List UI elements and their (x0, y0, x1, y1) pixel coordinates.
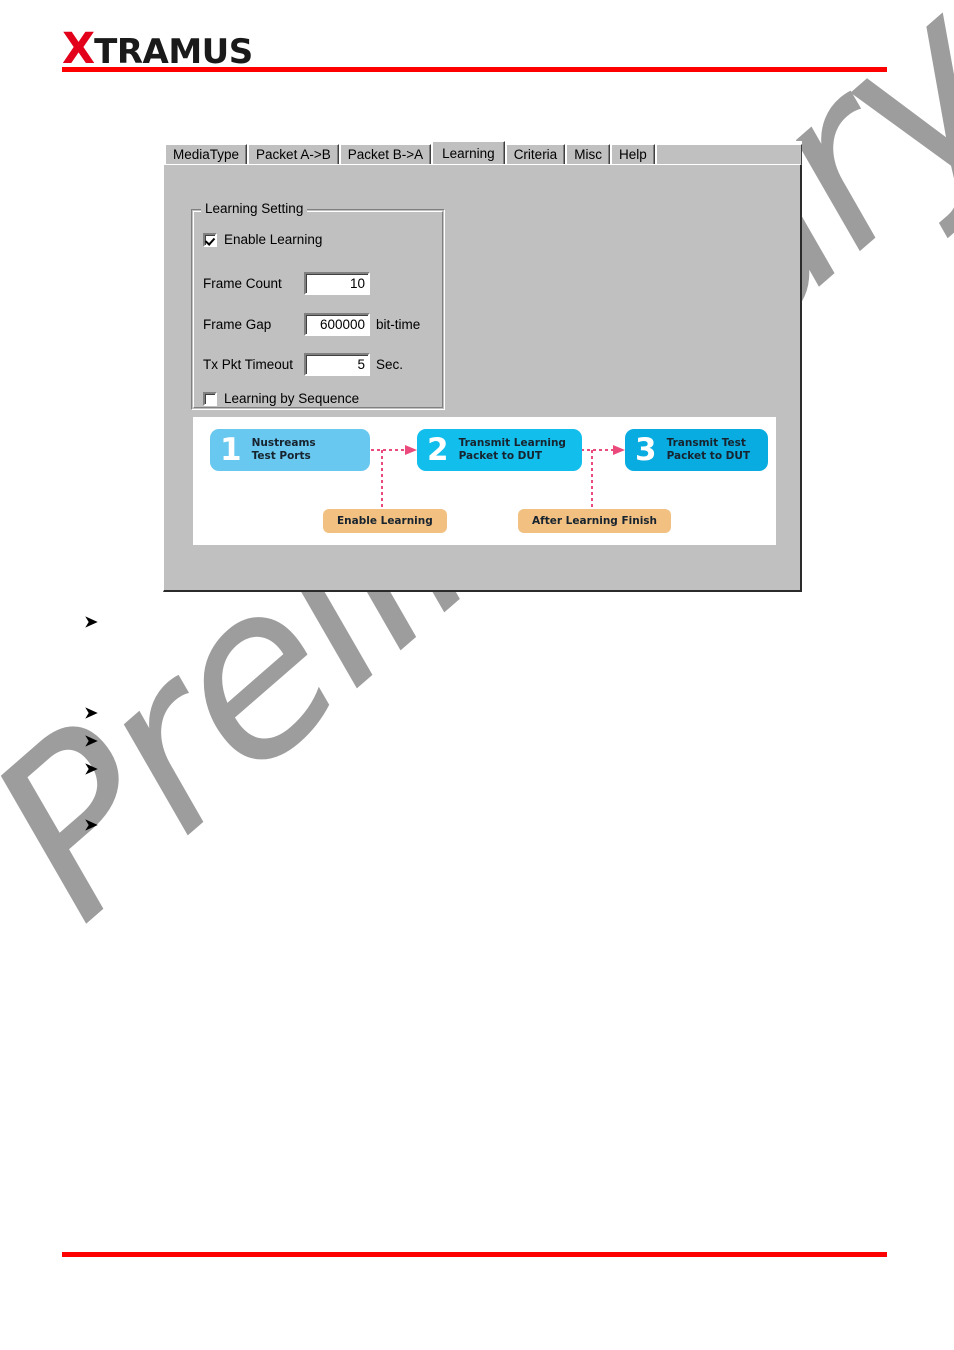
flow-callout-after-learning-finish: After Learning Finish (518, 509, 672, 533)
tab-strip: MediaType Packet A->B Packet B->A Learni… (163, 141, 802, 164)
arrow-bullet-icon (85, 707, 98, 719)
learning-by-sequence-checkbox-row[interactable]: Learning by Sequence (203, 391, 359, 406)
flow-callout-enable-learning: Enable Learning (323, 509, 447, 533)
flow-step-1: 1 Nustreams Test Ports (210, 429, 370, 471)
tx-pkt-timeout-unit: Sec. (376, 357, 404, 372)
tab-strip-filler (655, 144, 802, 164)
tab-help[interactable]: Help (610, 144, 655, 164)
bullet-item-2 (85, 706, 113, 720)
tab-learning-label: Learning (442, 146, 495, 161)
frame-gap-label: Frame Gap (203, 317, 272, 332)
tab-packet-b-to-a[interactable]: Packet B->A (339, 144, 432, 164)
arrow-bullet-icon (85, 616, 98, 628)
bullet-item-5 (85, 818, 113, 832)
tx-pkt-timeout-row: Tx Pkt Timeout Sec. (203, 353, 403, 376)
flow-step-3-line2: Packet to DUT (666, 450, 751, 462)
header-rule (62, 67, 887, 72)
frame-count-input[interactable] (304, 272, 370, 295)
flow-callout-enable-learning-label: Enable Learning (337, 515, 433, 527)
flow-step-1-number: 1 (220, 431, 242, 468)
flow-step-3-text: Transmit Test Packet to DUT (667, 437, 751, 463)
logo-wordmark: TRAMUS (94, 32, 253, 72)
learning-by-sequence-label: Learning by Sequence (224, 391, 360, 406)
footer-rule (62, 1252, 887, 1257)
flow-step-2-text: Transmit Learning Packet to DUT (459, 437, 566, 463)
enable-learning-checkbox-row[interactable]: Enable Learning (203, 232, 322, 247)
tab-criteria[interactable]: Criteria (505, 144, 566, 164)
flow-step-1-line1: Nustreams (251, 436, 316, 449)
learning-setting-group: Learning Setting Enable Learning Frame C… (191, 201, 445, 410)
tab-packet-a-to-b[interactable]: Packet A->B (248, 144, 339, 164)
bullet-item-4 (85, 762, 113, 776)
bullet-item-3 (85, 734, 113, 748)
flow-step-2-line2: Packet to DUT (458, 450, 543, 462)
tab-mediatype-label: MediaType (173, 147, 240, 162)
tab-misc-label: Misc (574, 147, 602, 162)
xtramus-logo: XTRAMUS (62, 28, 253, 71)
flow-callout-after-learning-finish-label: After Learning Finish (532, 515, 658, 527)
frame-count-label: Frame Count (203, 276, 282, 291)
enable-learning-checkbox[interactable] (203, 232, 217, 247)
tab-mediatype[interactable]: MediaType (165, 144, 248, 164)
flow-step-2: 2 Transmit Learning Packet to DUT (417, 429, 582, 471)
tab-misc[interactable]: Misc (566, 144, 610, 164)
tab-criteria-label: Criteria (513, 147, 558, 162)
learning-flow-diagram: 1 Nustreams Test Ports 2 Transmit Learnin… (193, 417, 776, 545)
arrow-bullet-icon (85, 763, 98, 775)
frame-gap-row: Frame Gap bit-time (203, 313, 420, 336)
flow-step-3: 3 Transmit Test Packet to DUT (625, 429, 768, 471)
frame-gap-unit: bit-time (376, 317, 421, 332)
flow-step-3-number: 3 (635, 431, 657, 468)
learning-setting-group-title: Learning Setting (201, 201, 308, 216)
enable-learning-label: Enable Learning (224, 232, 323, 247)
tab-help-label: Help (618, 147, 647, 162)
tx-pkt-timeout-label: Tx Pkt Timeout (203, 357, 294, 372)
flow-step-1-text: Nustreams Test Ports (252, 437, 316, 463)
flow-step-1-line2: Test Ports (251, 450, 311, 462)
frame-gap-input[interactable] (304, 313, 370, 336)
tab-packet-a-to-b-label: Packet A->B (256, 147, 331, 162)
flow-step-2-number: 2 (427, 431, 449, 468)
tab-packet-b-to-a-label: Packet B->A (347, 147, 424, 162)
arrow-bullet-icon (85, 819, 98, 831)
learning-settings-dialog: MediaType Packet A->B Packet B->A Learni… (163, 141, 802, 592)
flow-step-3-line1: Transmit Test (666, 436, 746, 449)
tx-pkt-timeout-input[interactable] (304, 353, 370, 376)
flow-step-2-line1: Transmit Learning (458, 436, 566, 449)
arrow-bullet-icon (85, 735, 98, 747)
tab-learning[interactable]: Learning (432, 141, 505, 164)
dialog-content-panel: Learning Setting Enable Learning Frame C… (163, 164, 802, 592)
bullet-item-1 (85, 615, 113, 629)
frame-count-row: Frame Count (203, 272, 370, 295)
learning-by-sequence-checkbox[interactable] (203, 391, 217, 406)
